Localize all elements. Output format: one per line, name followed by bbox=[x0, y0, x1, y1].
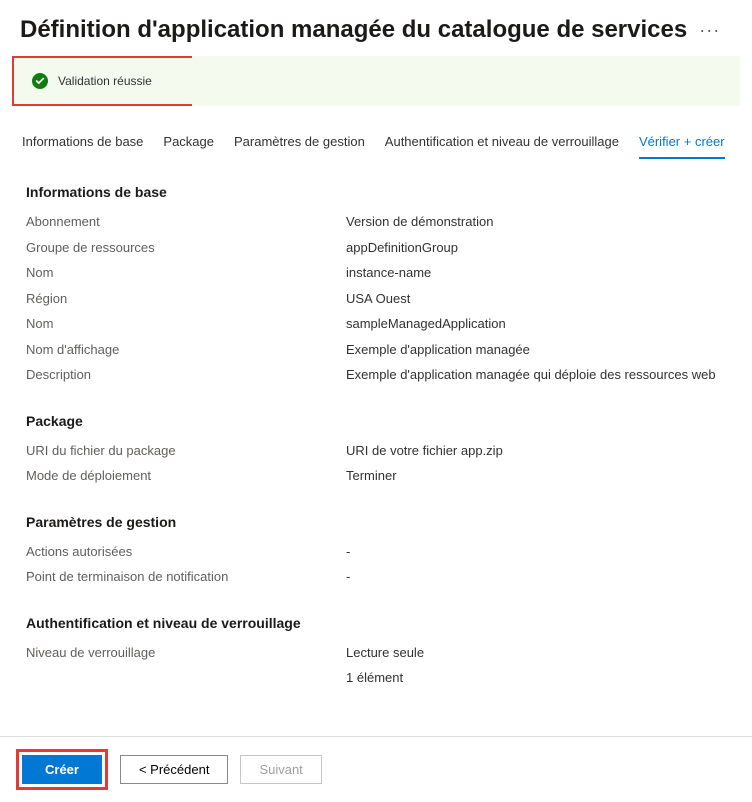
row-value: Terminer bbox=[346, 466, 397, 486]
validation-banner-fill bbox=[192, 56, 740, 106]
section-title-basics: Informations de base bbox=[26, 184, 726, 200]
validation-message: Validation réussie bbox=[58, 74, 152, 88]
row-value: sampleManagedApplication bbox=[346, 314, 506, 334]
row-label: Niveau de verrouillage bbox=[26, 643, 346, 663]
row-label: Abonnement bbox=[26, 212, 346, 232]
row: Nom d'affichageExemple d'application man… bbox=[26, 340, 726, 360]
row-value: Lecture seule bbox=[346, 643, 424, 663]
row: Nominstance-name bbox=[26, 263, 726, 283]
row-value: 1 élément bbox=[346, 668, 403, 688]
section-title-mgmt: Paramètres de gestion bbox=[26, 514, 726, 530]
section-auth: Authentification et niveau de verrouilla… bbox=[26, 615, 726, 688]
section-basics: Informations de base AbonnementVersion d… bbox=[26, 184, 726, 385]
section-title-package: Package bbox=[26, 413, 726, 429]
row-label: Nom bbox=[26, 314, 346, 334]
row-label: Description bbox=[26, 365, 346, 385]
row-value: - bbox=[346, 542, 350, 562]
section-title-auth: Authentification et niveau de verrouilla… bbox=[26, 615, 726, 631]
tabs-nav: Informations de base Package Paramètres … bbox=[0, 126, 752, 160]
row: Actions autorisées- bbox=[26, 542, 726, 562]
page-title: Définition d'application managée du cata… bbox=[20, 16, 687, 44]
row-label bbox=[26, 668, 346, 688]
content-area: Informations de base AbonnementVersion d… bbox=[0, 184, 752, 736]
row: Niveau de verrouillageLecture seule bbox=[26, 643, 726, 663]
more-icon[interactable]: ··· bbox=[699, 20, 720, 41]
row: NomsampleManagedApplication bbox=[26, 314, 726, 334]
row-value: URI de votre fichier app.zip bbox=[346, 441, 503, 461]
tab-basics[interactable]: Informations de base bbox=[22, 126, 143, 159]
row: RégionUSA Ouest bbox=[26, 289, 726, 309]
section-mgmt: Paramètres de gestion Actions autorisées… bbox=[26, 514, 726, 587]
validation-banner-container: Validation réussie bbox=[0, 56, 752, 106]
tab-auth[interactable]: Authentification et niveau de verrouilla… bbox=[385, 126, 619, 159]
row: URI du fichier du packageURI de votre fi… bbox=[26, 441, 726, 461]
row: AbonnementVersion de démonstration bbox=[26, 212, 726, 232]
row-label: Actions autorisées bbox=[26, 542, 346, 562]
tab-package[interactable]: Package bbox=[163, 126, 214, 159]
row-label: Point de terminaison de notification bbox=[26, 567, 346, 587]
create-button-highlight: Créer bbox=[16, 749, 108, 790]
row: DescriptionExemple d'application managée… bbox=[26, 365, 726, 385]
tab-mgmt[interactable]: Paramètres de gestion bbox=[234, 126, 365, 159]
row-label: Groupe de ressources bbox=[26, 238, 346, 258]
row-value: - bbox=[346, 567, 350, 587]
row-value: Exemple d'application managée bbox=[346, 340, 530, 360]
row-label: Région bbox=[26, 289, 346, 309]
row-label: Nom d'affichage bbox=[26, 340, 346, 360]
row-value: Exemple d'application managée qui déploi… bbox=[346, 365, 716, 385]
row: Mode de déploiementTerminer bbox=[26, 466, 726, 486]
row-label: URI du fichier du package bbox=[26, 441, 346, 461]
check-circle-icon bbox=[32, 73, 48, 89]
row-value: appDefinitionGroup bbox=[346, 238, 458, 258]
page-header: Définition d'application managée du cata… bbox=[0, 0, 752, 52]
row-value: instance-name bbox=[346, 263, 431, 283]
row: Point de terminaison de notification- bbox=[26, 567, 726, 587]
section-package: Package URI du fichier du packageURI de … bbox=[26, 413, 726, 486]
row-value: Version de démonstration bbox=[346, 212, 493, 232]
row: Groupe de ressourcesappDefinitionGroup bbox=[26, 238, 726, 258]
row: 1 élément bbox=[26, 668, 726, 688]
footer-actions: Créer < Précédent Suivant bbox=[0, 736, 752, 802]
row-label: Nom bbox=[26, 263, 346, 283]
tab-review[interactable]: Vérifier + créer bbox=[639, 126, 725, 159]
previous-button[interactable]: < Précédent bbox=[120, 755, 228, 784]
create-button[interactable]: Créer bbox=[22, 755, 102, 784]
row-value: USA Ouest bbox=[346, 289, 410, 309]
next-button: Suivant bbox=[240, 755, 321, 784]
row-label: Mode de déploiement bbox=[26, 466, 346, 486]
validation-banner: Validation réussie bbox=[12, 56, 192, 106]
